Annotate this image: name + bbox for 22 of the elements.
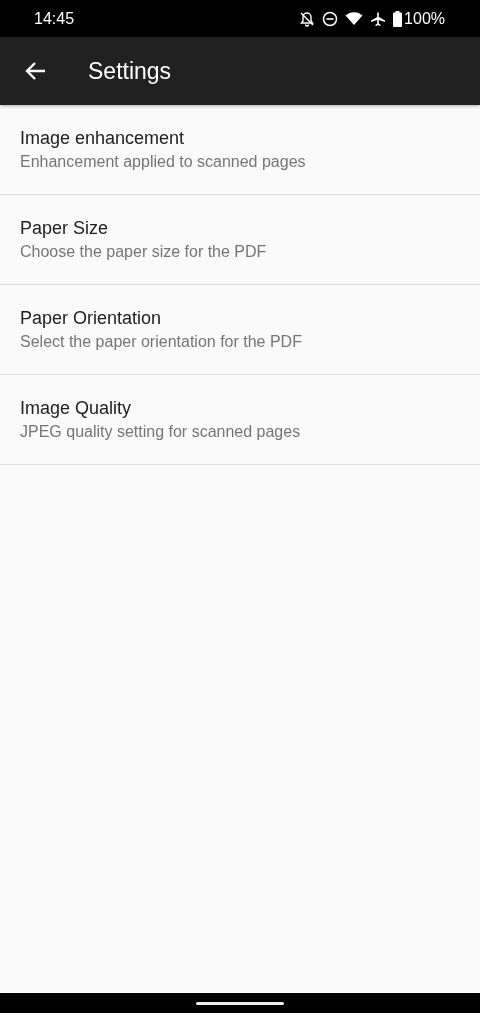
setting-title: Image Quality	[20, 398, 132, 419]
setting-summary: Select the paper orientation for the PDF	[20, 333, 302, 351]
screen-title: Settings	[88, 57, 172, 85]
notifications-off-icon	[299, 10, 316, 27]
wifi-icon	[345, 11, 364, 26]
setting-summary: JPEG quality setting for scanned pages	[20, 423, 301, 441]
settings-item[interactable]: Paper Size Choose the paper size for the PDF	[0, 195, 480, 285]
battery-percentage: 100%	[404, 9, 445, 28]
clock: 14:45	[34, 9, 76, 28]
home-handle[interactable]	[196, 1001, 284, 1005]
setting-title: Paper Size	[20, 218, 109, 239]
settings-item[interactable]: Image Quality JPEG quality setting for scanned pages	[0, 375, 480, 465]
do-not-disturb-icon	[322, 10, 339, 27]
settings-item[interactable]: Image enhancement Enhancement applied to scanned pages	[0, 105, 480, 195]
setting-title: Image enhancement	[20, 128, 185, 149]
setting-summary: Choose the paper size for the PDF	[20, 243, 267, 261]
settings-item[interactable]: Paper Orientation Select the paper orientation for the PDF	[0, 285, 480, 375]
setting-title: Paper Orientation	[20, 308, 162, 329]
battery-icon	[393, 10, 403, 27]
airplane-icon	[370, 10, 387, 27]
back-arrow-icon	[24, 61, 46, 81]
setting-summary: Enhancement applied to scanned pages	[20, 153, 306, 171]
